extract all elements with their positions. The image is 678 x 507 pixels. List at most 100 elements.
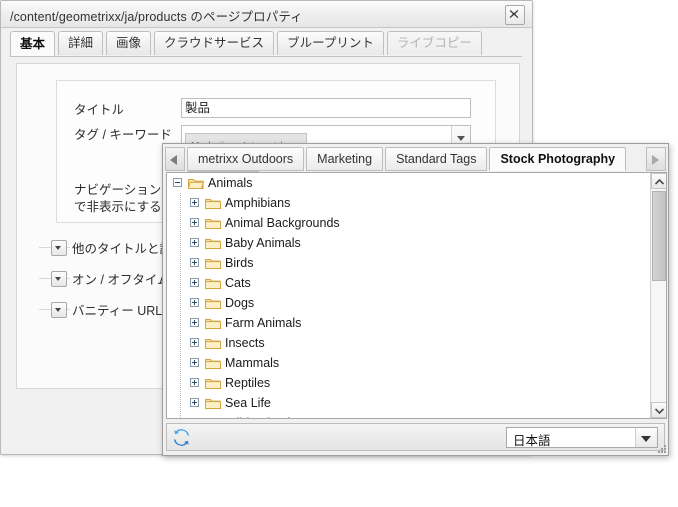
scrollbar-thumb[interactable] [652,191,666,281]
folder-icon [205,219,221,229]
expand-node-button[interactable] [190,338,199,347]
tree-node[interactable]: Insects [167,333,649,353]
folder-icon [205,196,221,209]
tree-node[interactable]: Dogs [167,293,649,313]
tree-node-label: Baby Animals [225,236,301,250]
tree-node[interactable]: Birds [167,253,649,273]
expand-node-button[interactable] [190,258,199,267]
arrow-right-icon [652,155,659,165]
tags-label: タグ / キーワード [74,128,172,142]
folder-icon [205,336,221,349]
expand-node-button[interactable] [190,358,199,367]
chevron-down-icon [55,246,61,250]
tag-tree[interactable]: Animals Amphibians Animal Backgrounds Baby … [167,173,649,418]
tree-guide-line [180,193,181,213]
tree-guide-line [180,333,181,353]
expand-node-button[interactable] [190,318,199,327]
language-select[interactable]: 日本語 [506,427,658,448]
folder-icon [205,296,221,309]
tree-node[interactable]: Animals [167,173,649,193]
tree-node[interactable]: Animal Backgrounds [167,213,649,233]
tree-node-label: Animals [208,176,253,190]
close-button[interactable] [505,5,525,25]
folder-icon [205,376,221,389]
tree-guide-line [180,253,181,273]
tab-stock-photography[interactable]: Stock Photography [489,147,627,171]
tree-node[interactable]: Wild Animals [167,413,649,418]
tab-scroll-left-button[interactable] [165,147,185,171]
section-toggle-button[interactable] [51,240,67,256]
scroll-down-button[interactable] [651,402,666,418]
tree-node-label: Birds [225,256,254,270]
scroll-up-button[interactable] [651,173,666,189]
tree-node-label: Cats [225,276,251,290]
expand-node-button[interactable] [190,378,199,387]
section-toggle-button[interactable] [51,271,67,287]
tree-node-label: Mammals [225,356,280,370]
expand-node-button[interactable] [190,278,199,287]
expand-node-button[interactable] [190,218,199,227]
tab-scroll-right-button[interactable] [646,147,666,171]
close-icon [509,10,519,18]
tree-node-label: Dogs [225,296,255,310]
dialog-title: /content/geometrixx/ja/products のページプロパテ… [10,10,303,24]
tree-node-label: Reptiles [225,376,271,390]
folder-icon [205,199,221,209]
language-dropdown-button[interactable] [635,428,657,447]
folder-icon [205,399,221,409]
tree-node[interactable]: Farm Animals [167,313,649,333]
refresh-button[interactable] [172,428,191,447]
tree-guide-line [180,313,181,333]
folder-icon [205,339,221,349]
tab-blueprint[interactable]: ブループリント [277,31,384,55]
folder-icon [205,356,221,369]
folder-icon [205,319,221,329]
expand-node-button[interactable] [190,238,199,247]
tree-node-label: Wild Animals [225,413,297,418]
tag-picker-footer: 日本語 [166,423,665,451]
refresh-icon [173,429,190,446]
folder-icon [205,416,221,418]
section-label: オン / オフタイム [70,269,175,288]
tab-cloud-services[interactable]: クラウドサービス [154,31,275,55]
tree-node[interactable]: Reptiles [167,373,649,393]
resize-grip[interactable] [658,445,666,453]
tab-image[interactable]: 画像 [106,31,152,55]
tag-picker-tabs: metrixx Outdoors Marketing Standard Tags… [165,146,666,172]
chevron-down-icon [55,308,61,312]
tree-guide-line [180,413,181,418]
arrow-left-icon [170,155,177,165]
title-input[interactable]: 製品 [181,98,471,118]
expand-node-button[interactable] [190,198,199,207]
tree-node-label: Insects [225,336,265,350]
tab-marketing[interactable]: Marketing [306,147,384,171]
folder-open-icon [187,179,205,189]
tag-picker-popup: metrixx Outdoors Marketing Standard Tags… [162,143,669,456]
tab-basic[interactable]: 基本 [10,31,56,56]
tree-scrollbar[interactable] [650,173,666,418]
collapse-node-button[interactable] [173,178,182,187]
tree-guide-line [180,293,181,313]
folder-icon [205,279,221,289]
tree-guide-line [180,213,181,233]
tab-metrixx-outdoors[interactable]: metrixx Outdoors [187,147,305,171]
tree-node[interactable]: Cats [167,273,649,293]
tree-node[interactable]: Sea Life [167,393,649,413]
tree-guide-line [180,273,181,293]
tree-guide-line [180,393,181,413]
screen: /content/geometrixx/ja/products のページプロパテ… [0,0,678,507]
tree-guide-line [180,373,181,393]
tree-node[interactable]: Amphibians [167,193,649,213]
expand-node-button[interactable] [190,398,199,407]
tab-details[interactable]: 詳細 [58,31,104,55]
tree-node[interactable]: Mammals [167,353,649,373]
tree-node[interactable]: Baby Animals [167,233,649,253]
chevron-down-icon [55,277,61,281]
tab-standard-tags[interactable]: Standard Tags [385,147,488,171]
folder-icon [205,236,221,249]
section-toggle-button[interactable] [51,302,67,318]
expand-node-button[interactable] [190,298,199,307]
dialog-tabs: 基本 詳細 画像 クラウドサービス ブループリント ライブコピー [10,31,522,57]
folder-icon [205,259,221,269]
folder-icon [205,216,221,229]
